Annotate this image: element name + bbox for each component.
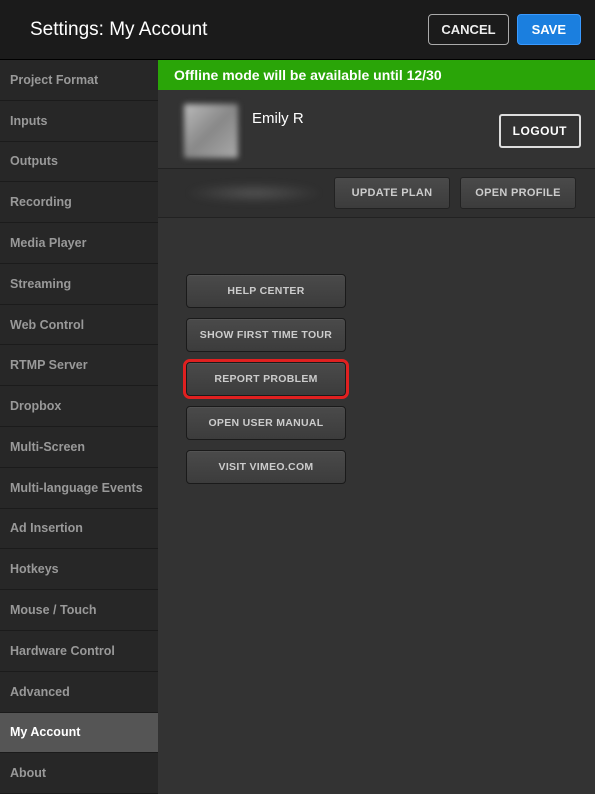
sidebar-item-streaming[interactable]: Streaming — [0, 264, 158, 305]
open-user-manual-button[interactable]: OPEN USER MANUAL — [186, 406, 346, 440]
sidebar-item-hotkeys[interactable]: Hotkeys — [0, 549, 158, 590]
offline-banner: Offline mode will be available until 12/… — [158, 60, 595, 90]
main-panel: Offline mode will be available until 12/… — [158, 60, 595, 794]
sidebar: Project FormatInputsOutputsRecordingMedi… — [0, 60, 158, 794]
page-title: Settings: My Account — [30, 19, 207, 41]
sidebar-item-outputs[interactable]: Outputs — [0, 142, 158, 183]
visit-vimeo-com-button[interactable]: VISIT VIMEO.COM — [186, 450, 346, 484]
action-list: HELP CENTER SHOW FIRST TIME TOUR REPORT PR… — [158, 218, 595, 484]
logout-button[interactable]: LOGOUT — [499, 114, 581, 148]
sidebar-item-multi-screen[interactable]: Multi-Screen — [0, 427, 158, 468]
sidebar-item-multi-language-events[interactable]: Multi-language Events — [0, 468, 158, 509]
update-plan-button[interactable]: UPDATE PLAN — [334, 177, 450, 209]
sidebar-item-project-format[interactable]: Project Format — [0, 60, 158, 101]
help-center-button[interactable]: HELP CENTER — [186, 274, 346, 308]
sidebar-item-media-player[interactable]: Media Player — [0, 223, 158, 264]
header-bar: Settings: My Account CANCEL SAVE — [0, 0, 595, 60]
sidebar-item-rtmp-server[interactable]: RTMP Server — [0, 345, 158, 386]
sidebar-item-hardware-control[interactable]: Hardware Control — [0, 631, 158, 672]
avatar — [184, 104, 238, 158]
save-button[interactable]: SAVE — [517, 14, 581, 45]
sidebar-item-about[interactable]: About — [0, 753, 158, 794]
sidebar-item-my-account[interactable]: My Account — [0, 713, 158, 754]
profile-name: Emily R — [252, 110, 485, 127]
show-first-time-tour-button[interactable]: SHOW FIRST TIME TOUR — [186, 318, 346, 352]
plan-row: UPDATE PLAN OPEN PROFILE — [158, 168, 595, 218]
body: Project FormatInputsOutputsRecordingMedi… — [0, 60, 595, 794]
sidebar-item-recording[interactable]: Recording — [0, 182, 158, 223]
plan-label-blurred — [184, 183, 324, 203]
cancel-button[interactable]: CANCEL — [428, 14, 508, 45]
report-problem-button[interactable]: REPORT PROBLEM — [186, 362, 346, 396]
profile-row: Emily R LOGOUT — [158, 90, 595, 168]
sidebar-item-inputs[interactable]: Inputs — [0, 101, 158, 142]
sidebar-item-web-control[interactable]: Web Control — [0, 305, 158, 346]
header-buttons: CANCEL SAVE — [428, 14, 581, 45]
sidebar-item-advanced[interactable]: Advanced — [0, 672, 158, 713]
sidebar-item-dropbox[interactable]: Dropbox — [0, 386, 158, 427]
sidebar-item-mouse-touch[interactable]: Mouse / Touch — [0, 590, 158, 631]
open-profile-button[interactable]: OPEN PROFILE — [460, 177, 576, 209]
sidebar-item-ad-insertion[interactable]: Ad Insertion — [0, 509, 158, 550]
